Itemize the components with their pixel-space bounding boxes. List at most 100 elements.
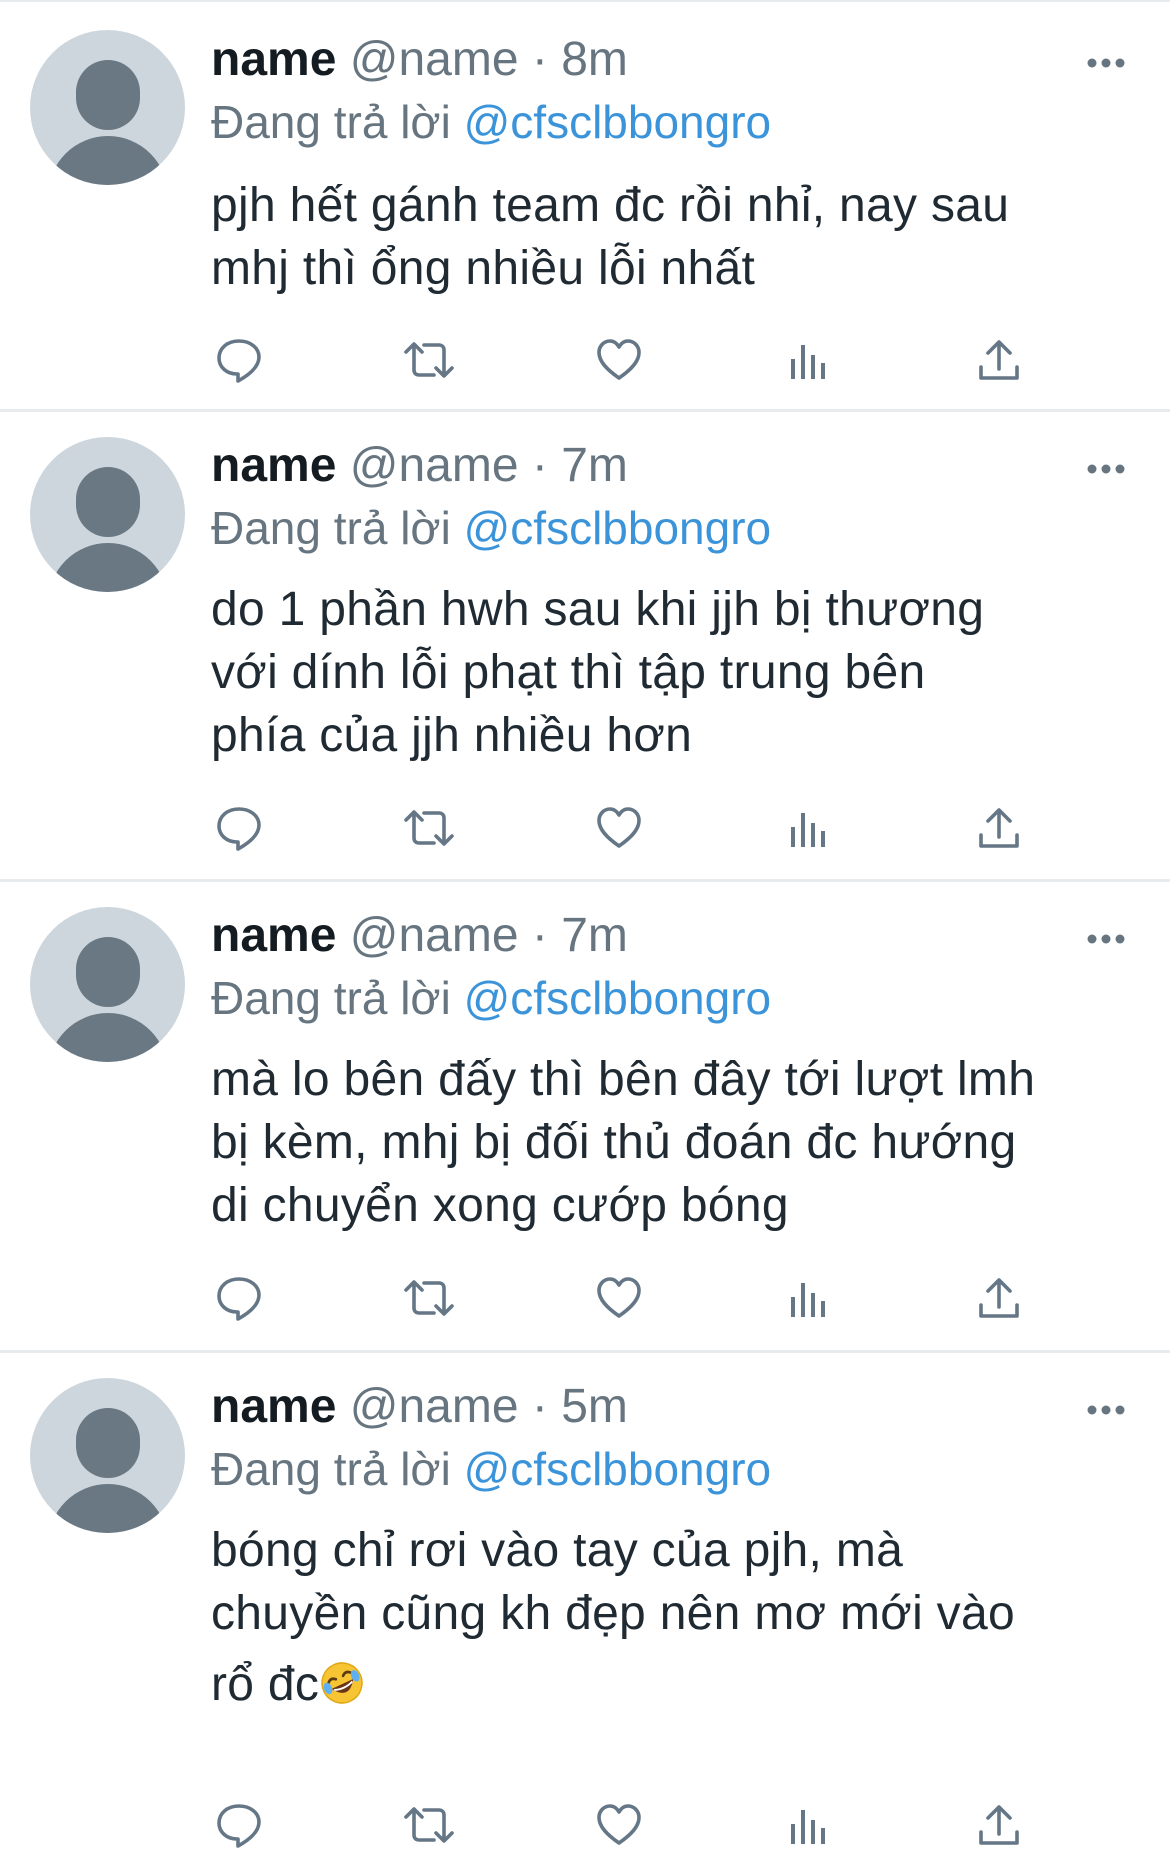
heart-icon — [597, 339, 641, 380]
tweet-item[interactable]: name @name · 5m Đang trả lời @cfsclbbong… — [0, 1353, 1170, 1848]
share-upload-icon — [979, 340, 1019, 380]
timestamp[interactable]: 7m — [561, 909, 628, 962]
reply-context: Đang trả lời @cfsclbbongro — [211, 500, 771, 556]
tweet-text: do 1 phần hwh sau khi jjh bị thương với … — [211, 578, 1141, 767]
tweet-text: pjh hết gánh team đc rồi nhỉ, nay sau mh… — [211, 174, 1141, 300]
share-button[interactable] — [971, 1270, 1027, 1326]
like-button[interactable] — [591, 1797, 647, 1853]
reply-bubble-icon — [217, 1277, 261, 1321]
user-handle[interactable]: @name — [350, 33, 519, 86]
share-button[interactable] — [971, 800, 1027, 856]
display-name[interactable]: name — [211, 33, 336, 86]
analytics-bars-icon — [791, 1810, 825, 1844]
tweet-feed: name @name · 8m Đang trả lời @cfsclbbong… — [0, 0, 1170, 1848]
display-name[interactable]: name — [211, 1380, 336, 1433]
tweet-text-line: mhj thì ổng nhiều lỗi nhất — [211, 242, 756, 295]
analytics-bars-icon — [791, 1283, 825, 1317]
reply-bubble-icon — [217, 1804, 261, 1848]
reply-button[interactable] — [211, 1270, 267, 1326]
analytics-bars-icon — [791, 345, 825, 379]
share-upload-icon — [979, 808, 1019, 848]
reply-bubble-icon — [217, 339, 261, 383]
reply-bubble-icon — [217, 807, 261, 851]
reply-button[interactable] — [211, 332, 267, 388]
reply-to-handle[interactable]: @cfsclbbongro — [464, 1443, 772, 1495]
reply-button[interactable] — [211, 800, 267, 856]
avatar-body-shape — [48, 1013, 168, 1062]
heart-icon — [597, 1277, 641, 1318]
display-name[interactable]: name — [211, 909, 336, 962]
analytics-button[interactable] — [781, 1270, 837, 1326]
analytics-button[interactable] — [781, 800, 837, 856]
reply-button[interactable] — [211, 1797, 267, 1853]
tweet-text-line-with-emoji: rổ đc — [211, 1653, 1141, 1716]
more-horizontal-icon[interactable] — [1086, 1403, 1126, 1415]
reply-prefix: Đang trả lời — [211, 1443, 451, 1495]
tweet-text-line: bị kèm, mhj bị đối thủ đoán đc hướng — [211, 1116, 1017, 1169]
tweet-text: bóng chỉ rơi vào tay của pjh, mà chuyền … — [211, 1519, 1141, 1716]
tweet-actions — [211, 332, 1041, 388]
tweet-text-line: bóng chỉ rơi vào tay của pjh, mà — [211, 1524, 904, 1577]
tweet-item[interactable]: name @name · 7m Đang trả lời @cfsclbbong… — [0, 412, 1170, 882]
retweet-icon — [404, 1807, 454, 1843]
avatar-body-shape — [48, 1484, 168, 1533]
tweet-text-line: di chuyển xong cướp bóng — [211, 1179, 789, 1232]
reply-prefix: Đang trả lời — [211, 502, 451, 554]
like-button[interactable] — [591, 800, 647, 856]
retweet-button[interactable] — [401, 1797, 457, 1853]
like-button[interactable] — [591, 1270, 647, 1326]
reply-context: Đang trả lời @cfsclbbongro — [211, 94, 771, 150]
tweet-item[interactable]: name @name · 8m Đang trả lời @cfsclbbong… — [0, 0, 1170, 412]
timestamp[interactable]: 7m — [561, 439, 628, 492]
reply-to-handle[interactable]: @cfsclbbongro — [464, 96, 772, 148]
header-separator: · — [531, 1380, 548, 1433]
tweet-text: mà lo bên đấy thì bên đây tới lượt lmh b… — [211, 1048, 1141, 1237]
tweet-text-line: phía của jjh nhiều hơn — [211, 709, 693, 762]
avatar-head-shape — [76, 60, 140, 130]
display-name[interactable]: name — [211, 439, 336, 492]
share-button[interactable] — [971, 1797, 1027, 1853]
retweet-button[interactable] — [401, 800, 457, 856]
reply-to-handle[interactable]: @cfsclbbongro — [464, 972, 772, 1024]
share-button[interactable] — [971, 332, 1027, 388]
avatar-head-shape — [76, 467, 140, 537]
timestamp[interactable]: 8m — [561, 33, 628, 86]
retweet-button[interactable] — [401, 332, 457, 388]
analytics-button[interactable] — [781, 1797, 837, 1853]
user-handle[interactable]: @name — [350, 1380, 519, 1433]
avatar-body-shape — [48, 136, 168, 185]
tweet-text-line: pjh hết gánh team đc rồi nhỉ, nay sau — [211, 179, 1010, 232]
analytics-button[interactable] — [781, 332, 837, 388]
like-button[interactable] — [591, 332, 647, 388]
header-separator: · — [531, 439, 548, 492]
reply-prefix: Đang trả lời — [211, 972, 451, 1024]
more-horizontal-icon[interactable] — [1086, 932, 1126, 944]
user-handle[interactable]: @name — [350, 439, 519, 492]
reply-context: Đang trả lời @cfsclbbongro — [211, 1441, 771, 1497]
header-separator: · — [531, 33, 548, 86]
share-upload-icon — [979, 1805, 1019, 1845]
tweet-text-line: mà lo bên đấy thì bên đây tới lượt lmh — [211, 1053, 1036, 1106]
tweet-text-line: với dính lỗi phạt thì tập trung bên — [211, 646, 926, 699]
avatar[interactable] — [30, 30, 185, 185]
user-handle[interactable]: @name — [350, 909, 519, 962]
timestamp[interactable]: 5m — [561, 1380, 628, 1433]
avatar-head-shape — [76, 1408, 140, 1478]
tweet-actions — [211, 1797, 1041, 1853]
more-horizontal-icon[interactable] — [1086, 56, 1126, 68]
avatar[interactable] — [30, 907, 185, 1062]
retweet-button[interactable] — [401, 1270, 457, 1326]
more-horizontal-icon[interactable] — [1086, 462, 1126, 474]
reply-to-handle[interactable]: @cfsclbbongro — [464, 502, 772, 554]
tweet-item[interactable]: name @name · 7m Đang trả lời @cfsclbbong… — [0, 882, 1170, 1353]
tweet-text-line: chuyền cũng kh đẹp nên mơ mới vào — [211, 1587, 1015, 1640]
retweet-icon — [404, 342, 454, 378]
share-upload-icon — [979, 1278, 1019, 1318]
avatar[interactable] — [30, 437, 185, 592]
avatar[interactable] — [30, 1378, 185, 1533]
retweet-icon — [404, 1280, 454, 1316]
rolling-on-floor-laughing-emoji — [321, 1662, 363, 1704]
tweet-actions — [211, 800, 1041, 856]
tweet-text-line: do 1 phần hwh sau khi jjh bị thương — [211, 583, 985, 636]
tweet-header: name @name · 5m — [211, 1379, 628, 1435]
